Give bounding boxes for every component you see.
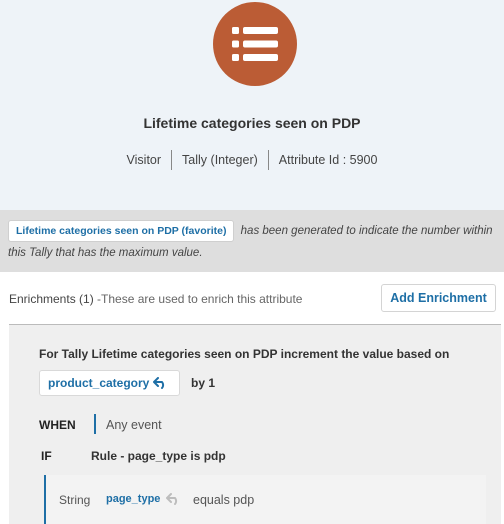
field-chip-label: product_category — [48, 376, 150, 390]
list-icon — [213, 2, 297, 86]
favorite-attribute-tag[interactable]: Lifetime categories seen on PDP (favorit… — [8, 220, 235, 242]
condition-type: String — [59, 493, 91, 507]
condition-field[interactable]: page_type — [106, 493, 160, 505]
if-rule-name: Rule - page_type is pdp — [91, 449, 226, 463]
rule-title: For Tally Lifetime categories seen on PD… — [39, 347, 450, 361]
when-value: Any event — [106, 418, 162, 432]
enrichments-count: Enrichments (1) — [9, 292, 94, 306]
add-enrichment-button[interactable]: Add Enrichment — [381, 284, 496, 312]
undo-arrow-icon[interactable] — [153, 377, 168, 389]
when-indicator — [94, 414, 96, 434]
field-chip[interactable]: product_category — [39, 370, 180, 396]
favorite-notice: Lifetime categories seen on PDP (favorit… — [0, 210, 504, 272]
enrichments-description: -These are used to enrich this attribute — [93, 292, 303, 306]
page-title: Lifetime categories seen on PDP — [143, 115, 361, 131]
condition-operator: equals pdp — [193, 493, 255, 507]
if-label: IF — [41, 449, 52, 463]
undo-arrow-icon — [166, 492, 181, 510]
increment-by: by 1 — [191, 376, 216, 390]
when-label: WHEN — [39, 418, 76, 432]
meta-scope: Visitor — [126, 153, 162, 167]
meta-attribute-id: Attribute Id : 5900 — [278, 153, 378, 167]
attribute-header: Lifetime categories seen on PDP Visitor … — [0, 0, 504, 210]
attribute-meta: Visitor Tally (Integer) Attribute Id : 5… — [0, 150, 504, 170]
meta-type: Tally (Integer) — [182, 153, 258, 167]
enrichments-heading: Enrichments (1) -These are used to enric… — [9, 292, 302, 306]
